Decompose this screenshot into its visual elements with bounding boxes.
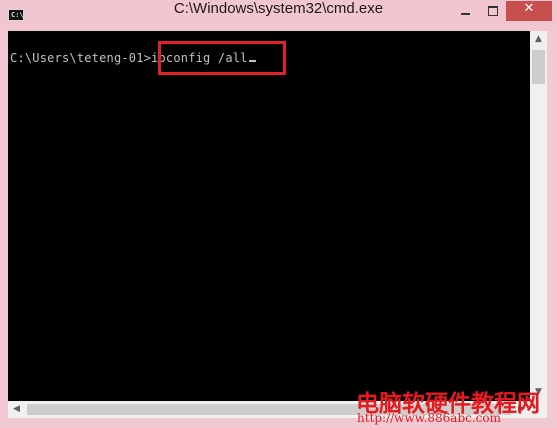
vertical-scroll-thumb[interactable]	[532, 50, 545, 84]
title-bar[interactable]: C:\ C:\Windows\system32\cmd.exe ✕	[0, 0, 557, 31]
console-prompt: C:\Users\teteng-01>	[10, 51, 152, 65]
maximize-button[interactable]	[479, 1, 506, 21]
console-area[interactable]: C:\Users\teteng-01>ipconfig /all	[8, 31, 530, 401]
close-button[interactable]: ✕	[506, 1, 552, 21]
watermark-url: http://www.886abc.com	[357, 411, 501, 425]
minimize-button[interactable]	[452, 1, 479, 21]
vertical-scrollbar[interactable]: ▲ ▼	[530, 31, 547, 401]
maximize-icon	[488, 6, 498, 16]
command-highlight-box	[158, 41, 286, 75]
close-icon: ✕	[523, 1, 535, 16]
scroll-up-icon[interactable]: ▲	[530, 31, 547, 48]
scroll-left-icon[interactable]: ◀	[8, 401, 25, 418]
minimize-icon	[461, 13, 470, 15]
